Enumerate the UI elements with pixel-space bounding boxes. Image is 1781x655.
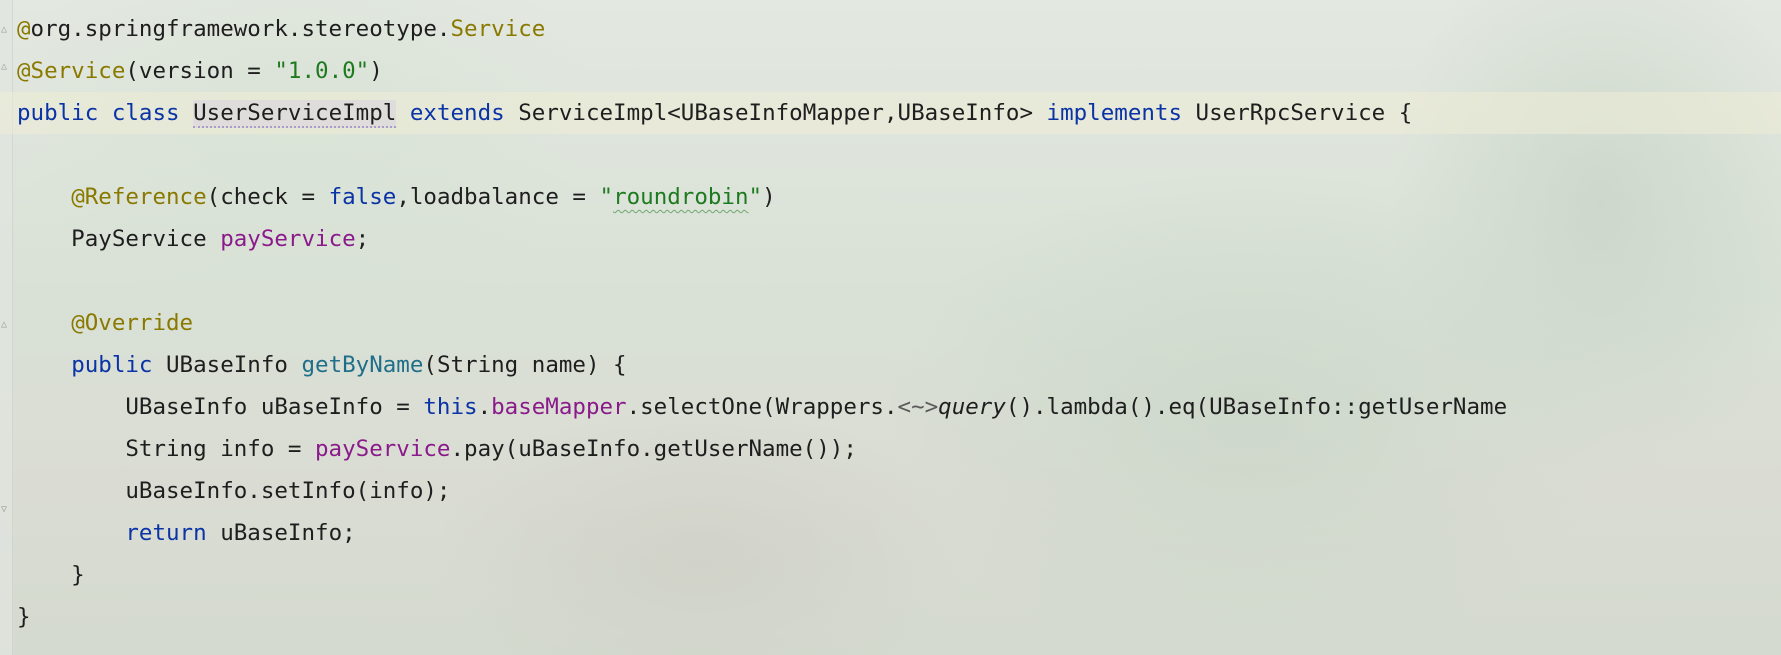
code-line[interactable]: @org.springframework.stereotype.Service (17, 8, 1507, 50)
code-line[interactable]: @Reference(check = false,loadbalance = "… (17, 176, 1507, 218)
code-token: .pay(uBaseInfo.getUserName()); (450, 436, 857, 462)
fold-marker-icon[interactable]: △ (1, 25, 11, 35)
code-token: uBaseInfo; (206, 520, 356, 546)
code-token: (version = (125, 58, 275, 84)
code-token: roundrobin (613, 184, 749, 210)
code-token: ; (355, 226, 370, 252)
code-token: . (477, 394, 492, 420)
code-line[interactable]: PayService payService; (17, 218, 1507, 260)
code-token: public (71, 352, 153, 378)
code-line[interactable]: public UBaseInfo getByName(String name) … (17, 344, 1507, 386)
code-token: UserServiceImpl (193, 100, 397, 128)
code-token: UserRpcService { (1182, 100, 1413, 126)
code-token: payService (315, 436, 451, 462)
code-line[interactable]: UBaseInfo uBaseInfo = this.baseMapper.se… (17, 386, 1507, 428)
code-token: false (328, 184, 397, 210)
code-line[interactable]: return uBaseInfo; (17, 512, 1507, 554)
code-token: uBaseInfo.setInfo(info); (17, 478, 451, 504)
code-token: extends (409, 100, 505, 126)
code-line[interactable]: uBaseInfo.setInfo(info); (17, 470, 1507, 512)
code-token: ,loadbalance = (396, 184, 600, 210)
fold-marker-icon[interactable]: △ (1, 320, 11, 330)
code-token: implements (1046, 100, 1183, 126)
code-line[interactable]: } (17, 596, 1507, 638)
code-token: this (423, 394, 478, 420)
code-token: ServiceImpl<UBaseInfoMapper,UBaseInfo> (504, 100, 1047, 126)
fold-marker-icon[interactable]: ▽ (1, 505, 11, 515)
code-token: (check = (206, 184, 329, 210)
fold-marker-icon[interactable]: △ (1, 62, 11, 72)
code-token: ) (369, 58, 383, 84)
code-token: @Reference (71, 184, 207, 210)
code-line[interactable]: public class UserServiceImpl extends Ser… (17, 92, 1507, 134)
code-token: payService (220, 226, 356, 252)
code-token: "1.0.0" (274, 58, 370, 84)
code-token: String info = (17, 436, 316, 462)
code-line[interactable]: ​ (17, 134, 1507, 176)
code-token: getByName (301, 352, 424, 378)
code-token: ().lambda().eq(UBaseInfo::getUserName (1005, 394, 1508, 420)
code-token: @ (17, 16, 31, 42)
code-token: org.springframework.stereotype. (30, 16, 451, 42)
code-line[interactable]: ​ (17, 260, 1507, 302)
code-token: return (125, 520, 207, 546)
code-token: " (748, 184, 763, 210)
code-token: @Override (71, 310, 194, 336)
code-token: " (599, 184, 614, 210)
code-token: } (17, 562, 85, 588)
code-token: PayService (17, 226, 221, 252)
code-token: (String name) { (423, 352, 627, 378)
code-token: UBaseInfo (152, 352, 302, 378)
code-token: @Service (17, 58, 126, 84)
code-token: query (938, 394, 1006, 420)
code-token: baseMapper (491, 394, 627, 420)
code-token: UBaseInfo uBaseInfo = (17, 394, 424, 420)
code-line[interactable]: @Override (17, 302, 1507, 344)
code-token: .selectOne(Wrappers. (626, 394, 898, 420)
code-token: Service (450, 16, 546, 42)
code-token: <~> (897, 394, 939, 420)
code-line[interactable]: } (17, 554, 1507, 596)
code-line[interactable]: String info = payService.pay(uBaseInfo.g… (17, 428, 1507, 470)
code-editor[interactable]: △ △ △ ▽ @org.springframework.stereotype.… (0, 0, 1781, 655)
code-line[interactable]: @Service(version = "1.0.0") (17, 50, 1507, 92)
code-text-area[interactable]: @org.springframework.stereotype.Service @… (17, 8, 1507, 638)
code-token: } (17, 604, 31, 630)
code-token: ) (762, 184, 776, 210)
code-token: public class (17, 100, 194, 126)
